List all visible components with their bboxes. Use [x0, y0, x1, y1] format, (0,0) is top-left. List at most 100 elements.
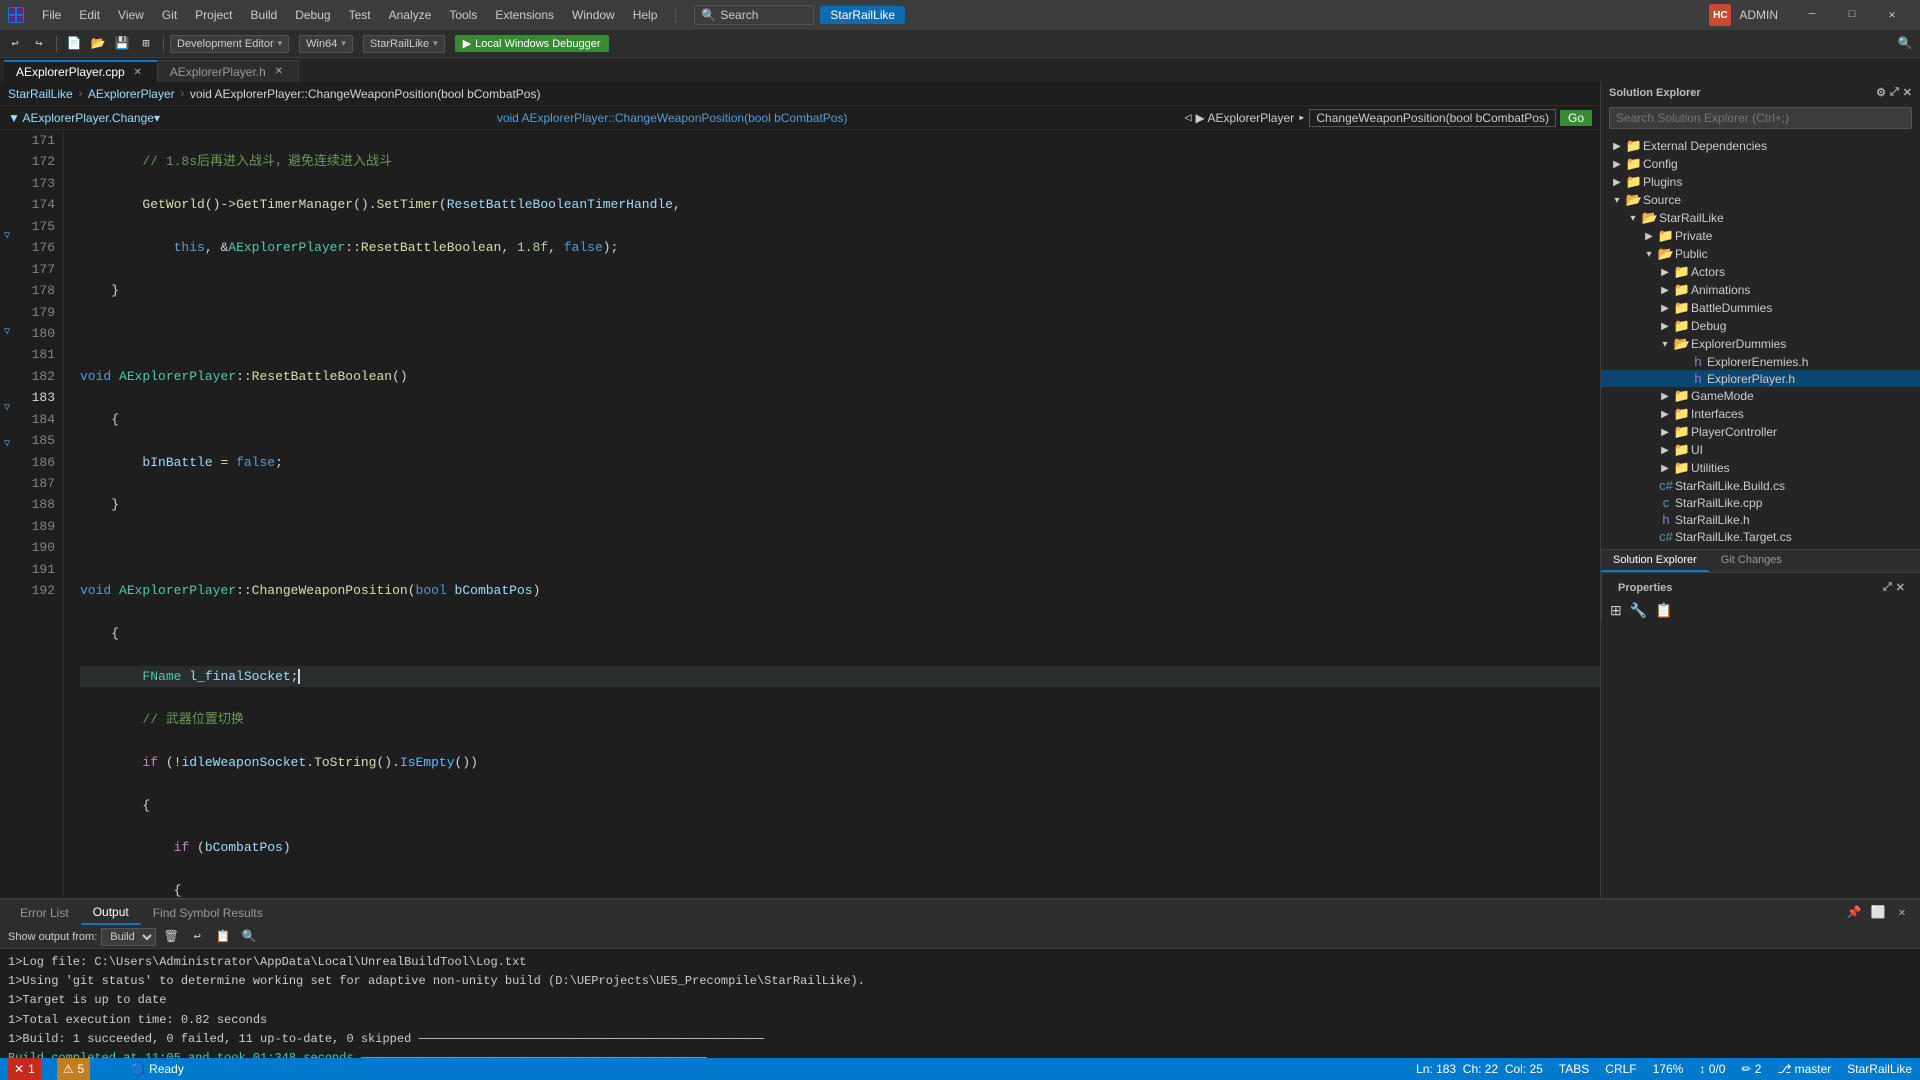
menu-view[interactable]: View: [110, 4, 152, 26]
avatar: HC: [1709, 4, 1731, 26]
tree-item-ui[interactable]: ▶ 📁 UI: [1601, 441, 1920, 459]
collapse-icon: ▾: [1641, 249, 1657, 260]
tree-label: BattleDummies: [1691, 301, 1772, 315]
se-close-icon[interactable]: ✕: [1903, 86, 1912, 99]
collapse-icon: ▶: [1657, 445, 1673, 456]
collapse-icon: ▶: [1657, 303, 1673, 314]
config-dropdown[interactable]: Development Editor: [170, 35, 289, 53]
show-output-from-select[interactable]: Build: [101, 928, 156, 946]
close-button[interactable]: ✕: [1872, 0, 1912, 30]
ln-174: 174: [22, 194, 55, 215]
platform-dropdown[interactable]: Win64: [299, 35, 353, 53]
se-tab-git[interactable]: Git Changes: [1709, 550, 1794, 572]
gutter-181: ▽: [0, 325, 14, 342]
menu-build[interactable]: Build: [243, 4, 286, 26]
go-button[interactable]: Go: [1560, 110, 1592, 126]
find-output-button[interactable]: 🔍: [238, 926, 260, 948]
sep: [56, 36, 57, 52]
error-count-badge[interactable]: ✕ 1: [8, 1058, 41, 1080]
tree-item-config[interactable]: ▶ 📁 Config: [1601, 155, 1920, 173]
new-file-button[interactable]: 📄: [63, 33, 85, 55]
tab-output[interactable]: Output: [81, 901, 141, 925]
tree-item-battledummies[interactable]: ▶ 📁 BattleDummies: [1601, 299, 1920, 317]
tree-item-source[interactable]: ▾ 📂 Source: [1601, 191, 1920, 209]
open-file-button[interactable]: 📂: [87, 33, 109, 55]
tree-item-gamemode[interactable]: ▶ 📁 GameMode: [1601, 387, 1920, 405]
menu-file[interactable]: File: [34, 4, 69, 26]
se-settings-icon[interactable]: ⚙: [1876, 86, 1886, 99]
folder-icon: 📁: [1625, 174, 1643, 190]
undo-button[interactable]: ↩: [4, 33, 26, 55]
menu-analyze[interactable]: Analyze: [381, 4, 440, 26]
float-icon[interactable]: ⬜: [1868, 903, 1888, 923]
prop-expand-icon[interactable]: ⤢: [1883, 581, 1892, 594]
tree-item-cpp[interactable]: c StarRailLike.cpp: [1601, 494, 1920, 511]
tree-item-target-cs[interactable]: c# StarRailLike.Target.cs: [1601, 528, 1920, 545]
tree-item-actors[interactable]: ▶ 📁 Actors: [1601, 263, 1920, 281]
warning-count-badge[interactable]: ⚠ 5: [57, 1058, 90, 1080]
tab-explorerplayer-cpp[interactable]: AExplorerPlayer.cpp ✕: [4, 60, 158, 82]
tree-item-build-cs[interactable]: c# StarRailLike.Build.cs: [1601, 477, 1920, 494]
tree-item-playercontroller[interactable]: ▶ 📁 PlayerController: [1601, 423, 1920, 441]
menu-extensions[interactable]: Extensions: [487, 4, 562, 26]
file-nav-left[interactable]: ▼ AExplorerPlayer.Change▾: [8, 111, 160, 125]
tab-close-icon[interactable]: ✕: [272, 65, 286, 79]
tree-item-explorereneies-h[interactable]: h ExplorerEnemies.h: [1601, 353, 1920, 370]
folder-icon: 📁: [1625, 138, 1643, 154]
prop-filter-icon[interactable]: 🔧: [1630, 602, 1647, 619]
bottom-panel-controls: 📌 ⬜ ✕: [1844, 903, 1912, 923]
minimize-button[interactable]: ─: [1792, 0, 1832, 30]
solution-explorer-title: Solution Explorer: [1609, 87, 1701, 99]
tree-item-animations[interactable]: ▶ 📁 Animations: [1601, 281, 1920, 299]
title-search-box[interactable]: 🔍 Search: [694, 5, 814, 25]
code-text[interactable]: // 1.8s后再进入战斗，避免连续进入战斗 GetWorld()->GetTi…: [64, 130, 1600, 898]
project-name-badge: StarRailLike: [820, 6, 905, 24]
tree-item-plugins[interactable]: ▶ 📁 Plugins: [1601, 173, 1920, 191]
clear-output-button[interactable]: 🗑: [160, 926, 182, 948]
tree-item-utilities[interactable]: ▶ 📁 Utilities: [1601, 459, 1920, 477]
menu-window[interactable]: Window: [564, 4, 623, 26]
tree-item-public[interactable]: ▾ 📂 Public: [1601, 245, 1920, 263]
tab-find-symbol[interactable]: Find Symbol Results: [141, 902, 275, 924]
menu-git[interactable]: Git: [154, 4, 185, 26]
menu-test[interactable]: Test: [341, 4, 379, 26]
tree-item-explorerdummies[interactable]: ▾ 📂 ExplorerDummies: [1601, 335, 1920, 353]
tree-item-h[interactable]: h StarRailLike.h: [1601, 511, 1920, 528]
tree-item-external[interactable]: ▶ 📁 External Dependencies: [1601, 137, 1920, 155]
tab-error-list[interactable]: Error List: [8, 902, 81, 924]
menu-tools[interactable]: Tools: [441, 4, 485, 26]
git-branch-info[interactable]: ⎇ master: [1777, 1062, 1831, 1076]
tab-explorerplayer-h[interactable]: AExplorerPlayer.h ✕: [158, 60, 299, 82]
solution-search-input[interactable]: [1609, 107, 1912, 129]
tree-item-starraillike[interactable]: ▾ 📂 StarRailLike: [1601, 209, 1920, 227]
prop-sort-icon[interactable]: ⊞: [1610, 602, 1622, 619]
prop-close-icon[interactable]: ✕: [1896, 581, 1905, 594]
menu-debug[interactable]: Debug: [287, 4, 338, 26]
tree-item-debug[interactable]: ▶ 📁 Debug: [1601, 317, 1920, 335]
se-tab-solution[interactable]: Solution Explorer: [1601, 550, 1709, 572]
maximize-button[interactable]: □: [1832, 0, 1872, 30]
close-panel-icon[interactable]: ✕: [1892, 903, 1912, 923]
save-all-button[interactable]: ⊞: [135, 33, 157, 55]
se-expand-icon[interactable]: ⤢: [1890, 86, 1899, 99]
solution-dropdown[interactable]: StarRailLike: [363, 35, 445, 53]
prop-page-icon[interactable]: 📋: [1655, 602, 1672, 619]
menu-edit[interactable]: Edit: [71, 4, 108, 26]
save-button[interactable]: 💾: [111, 33, 133, 55]
tab-close-icon[interactable]: ✕: [131, 65, 145, 79]
nav-branch: ChangeWeaponPosition(bool bCombatPos): [1309, 109, 1556, 127]
pin-icon[interactable]: 📌: [1844, 903, 1864, 923]
menu-project[interactable]: Project: [187, 4, 240, 26]
code-editor[interactable]: ▽ ▽ ▽ ▽: [0, 130, 1600, 898]
search-button[interactable]: 🔍: [1894, 33, 1916, 55]
gutter-183: [0, 361, 14, 381]
copy-output-button[interactable]: 📋: [212, 926, 234, 948]
redo-button[interactable]: ↪: [28, 33, 50, 55]
tree-item-explorerplayer-h[interactable]: h ExplorerPlayer.h: [1601, 370, 1920, 387]
start-debug-button[interactable]: ▶ Local Windows Debugger: [455, 35, 609, 52]
menu-help[interactable]: Help: [625, 4, 666, 26]
tree-item-private[interactable]: ▶ 📁 Private: [1601, 227, 1920, 245]
wrap-output-button[interactable]: ↩: [186, 926, 208, 948]
ln-184: 184: [22, 409, 55, 430]
tree-item-interfaces[interactable]: ▶ 📁 Interfaces: [1601, 405, 1920, 423]
